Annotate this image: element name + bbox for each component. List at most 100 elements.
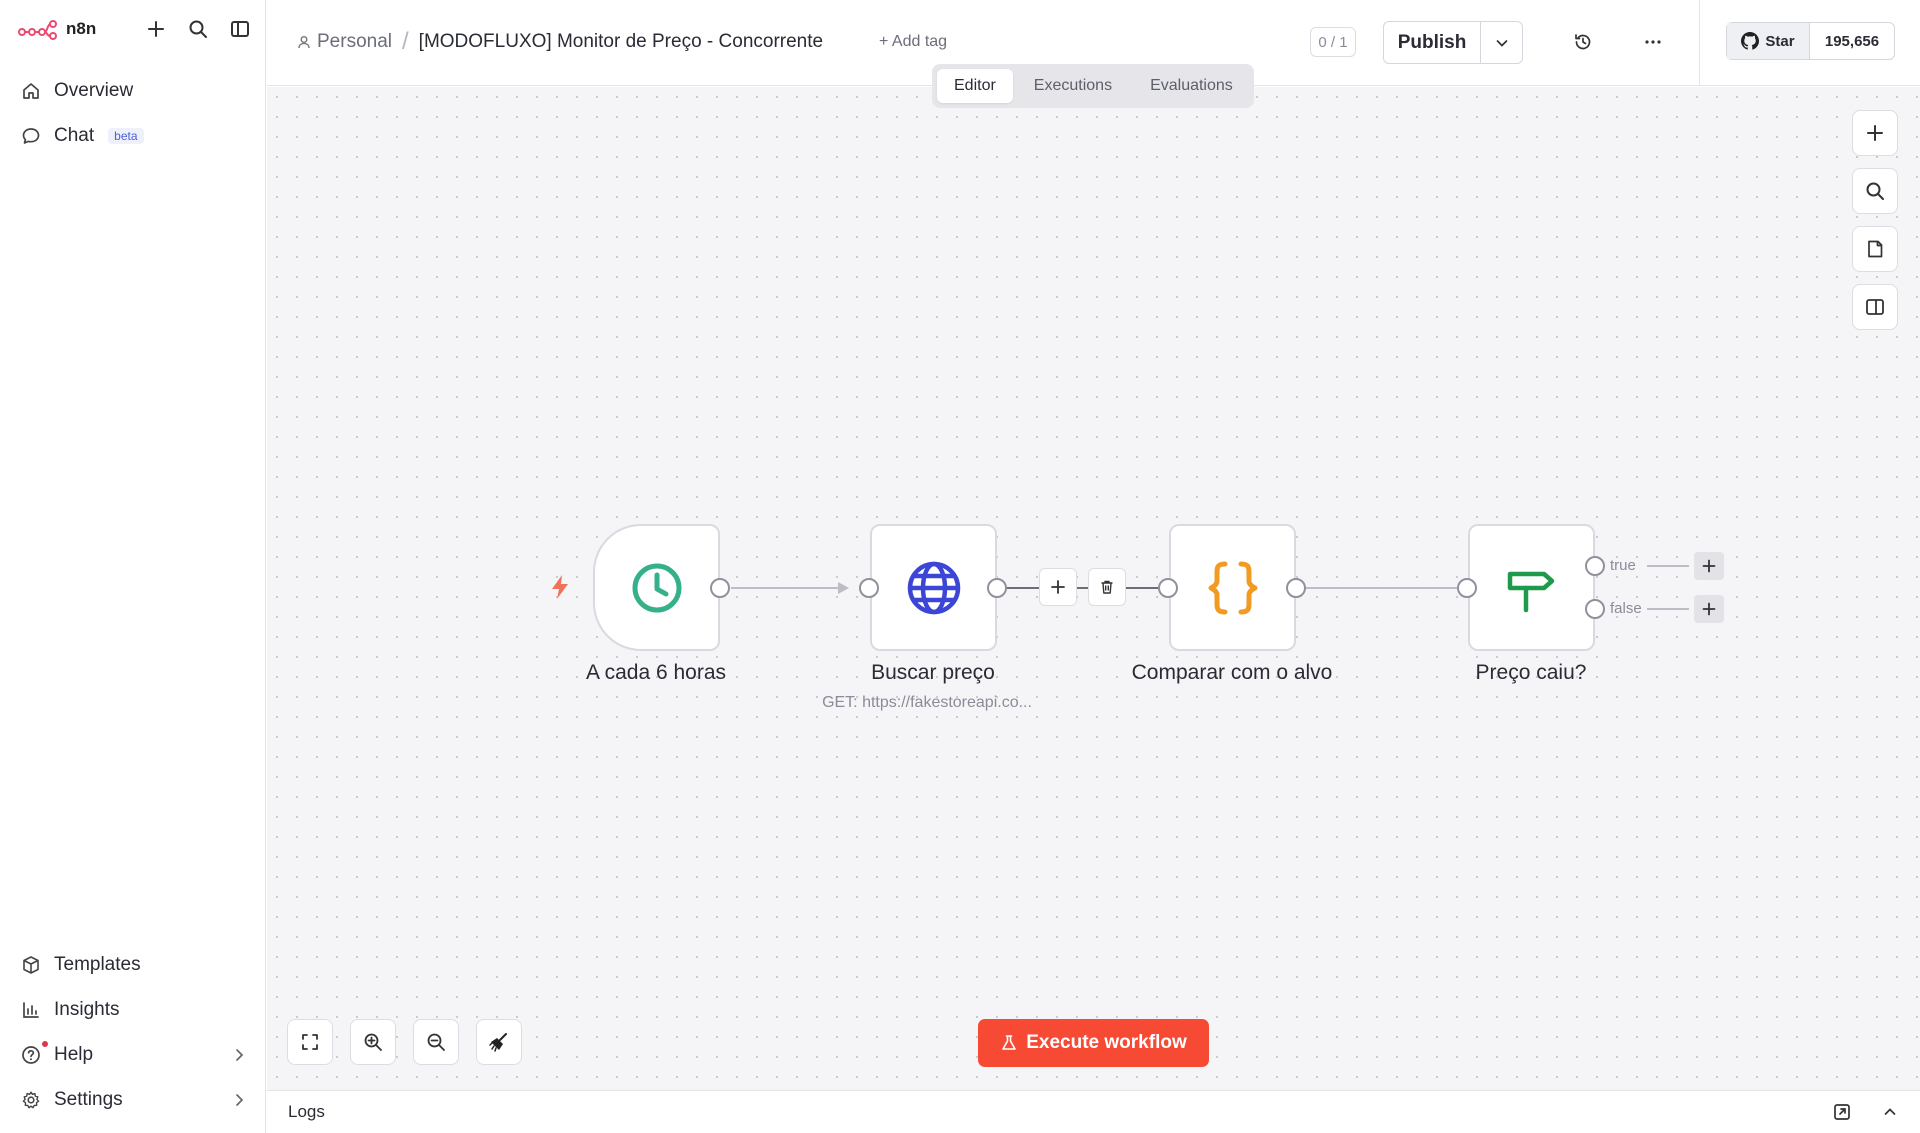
sidebar: n8n Overview Chat beta Templates Insight… <box>0 0 266 1133</box>
sidebar-item-insights[interactable]: Insights <box>16 991 250 1029</box>
add-tag-button[interactable]: + Add tag <box>879 33 947 51</box>
add-node-false-button[interactable] <box>1694 595 1724 623</box>
branch-label-false: false <box>1610 600 1642 617</box>
node-if[interactable] <box>1468 524 1595 651</box>
github-star-count: 195,656 <box>1824 32 1880 50</box>
node-schedule-trigger[interactable] <box>593 524 720 651</box>
globe-icon <box>907 561 960 614</box>
branch-edge-false <box>1647 608 1689 610</box>
expand-logs-button[interactable] <box>1876 1098 1904 1126</box>
search-button[interactable] <box>184 15 212 43</box>
delete-connection-button[interactable] <box>1088 568 1126 606</box>
n8n-logo[interactable]: n8n <box>18 18 96 40</box>
sidebar-item-overview[interactable]: Overview <box>16 72 250 110</box>
edge-arrow <box>838 582 849 594</box>
broom-icon <box>489 1033 507 1052</box>
node-http-request[interactable] <box>870 524 997 651</box>
project-link[interactable]: Personal <box>297 31 392 53</box>
zoom-in-icon <box>364 1033 382 1051</box>
version-history-button[interactable] <box>1569 28 1597 56</box>
github-star-widget: Star 195,656 <box>1726 22 1895 60</box>
sidebar-item-label: Templates <box>54 954 141 975</box>
sidebar-item-label: Overview <box>54 80 134 101</box>
plus-icon <box>1867 125 1883 141</box>
connection-edge[interactable] <box>1298 587 1479 589</box>
workflow-canvas[interactable]: A cada 6 horas Buscar preço GET: https:/… <box>267 87 1920 1090</box>
tab-evaluations[interactable]: Evaluations <box>1133 69 1250 103</box>
sidebar-item-help[interactable]: Help <box>16 1036 250 1074</box>
popout-icon <box>1834 1104 1850 1120</box>
tab-executions[interactable]: Executions <box>1017 69 1129 103</box>
create-button[interactable] <box>142 15 170 43</box>
execute-label: Execute workflow <box>1026 1032 1187 1053</box>
tidy-up-button[interactable] <box>476 1019 522 1065</box>
header-divider <box>1699 0 1700 86</box>
github-star-button[interactable]: Star <box>1727 23 1810 59</box>
more-options-button[interactable] <box>1639 28 1667 56</box>
chat-icon <box>20 125 42 147</box>
branch-label-true: true <box>1610 557 1636 574</box>
add-sticky-note-button[interactable] <box>1852 226 1898 272</box>
history-icon <box>1575 34 1591 50</box>
add-node-true-button[interactable] <box>1694 552 1724 580</box>
chevron-down-icon <box>1496 39 1507 47</box>
sidebar-item-chat[interactable]: Chat beta <box>16 117 250 155</box>
tab-editor[interactable]: Editor <box>937 69 1013 103</box>
help-icon <box>20 1041 48 1066</box>
project-name: Personal <box>317 31 392 52</box>
input-handle[interactable] <box>1158 578 1178 598</box>
plus-icon <box>148 21 164 37</box>
publish-options-button[interactable] <box>1481 22 1522 63</box>
toggle-panel-button[interactable] <box>1852 284 1898 330</box>
code-braces-icon <box>1208 561 1257 614</box>
fit-view-button[interactable] <box>287 1019 333 1065</box>
zoom-out-icon <box>427 1033 445 1051</box>
output-handle[interactable] <box>710 578 730 598</box>
sidebar-item-label: Chat <box>54 125 95 146</box>
bar-chart-icon <box>20 999 42 1021</box>
insert-node-button[interactable] <box>1039 568 1077 606</box>
output-handle-true[interactable] <box>1585 556 1605 576</box>
logs-panel-bar[interactable]: Logs <box>267 1090 1920 1133</box>
input-handle[interactable] <box>1457 578 1477 598</box>
input-handle[interactable] <box>859 578 879 598</box>
publish-button[interactable]: Publish <box>1384 22 1481 63</box>
sidebar-item-settings[interactable]: Settings <box>16 1081 250 1119</box>
execute-workflow-button[interactable]: Execute workflow <box>978 1019 1209 1067</box>
box-icon <box>20 954 42 976</box>
active-counter: 0 / 1 <box>1310 27 1356 57</box>
breadcrumb-separator: / <box>402 28 409 55</box>
node-code[interactable] <box>1169 524 1296 651</box>
connection-edge[interactable] <box>731 587 841 589</box>
logs-label: Logs <box>288 1102 325 1121</box>
node-label: Preço caiu? <box>1475 661 1587 684</box>
panel-icon <box>1866 299 1884 315</box>
beta-badge: beta <box>108 128 144 144</box>
zoom-in-button[interactable] <box>350 1019 396 1065</box>
chevron-right-icon <box>232 1048 246 1062</box>
canvas-side-toolbar <box>1852 110 1898 330</box>
sidebar-item-templates[interactable]: Templates <box>16 946 250 984</box>
signpost-icon <box>1507 571 1554 612</box>
canvas-controls <box>287 1019 522 1065</box>
sidebar-header: n8n <box>18 14 254 44</box>
output-handle[interactable] <box>987 578 1007 598</box>
plus-icon <box>1702 559 1716 573</box>
search-icon <box>1866 182 1884 200</box>
github-star-label: Star <box>1765 32 1795 50</box>
node-subtitle: GET: https://fakestoreapi.co... <box>822 694 1032 711</box>
zoom-out-button[interactable] <box>413 1019 459 1065</box>
collapse-sidebar-button[interactable] <box>226 15 254 43</box>
view-tabs: Editor Executions Evaluations <box>932 64 1254 108</box>
add-node-button[interactable] <box>1852 110 1898 156</box>
popout-logs-button[interactable] <box>1828 1098 1856 1126</box>
sidebar-item-label: Settings <box>54 1089 123 1110</box>
output-handle[interactable] <box>1286 578 1306 598</box>
chevron-up-icon <box>1884 1108 1896 1115</box>
notification-dot <box>42 1041 48 1047</box>
breadcrumb: Personal / [MODOFLUXO] Monitor de Preço … <box>297 28 823 56</box>
workflow-name[interactable]: [MODOFLUXO] Monitor de Preço - Concorren… <box>419 31 823 53</box>
search-nodes-button[interactable] <box>1852 168 1898 214</box>
ellipsis-icon <box>1645 40 1661 44</box>
output-handle-false[interactable] <box>1585 599 1605 619</box>
